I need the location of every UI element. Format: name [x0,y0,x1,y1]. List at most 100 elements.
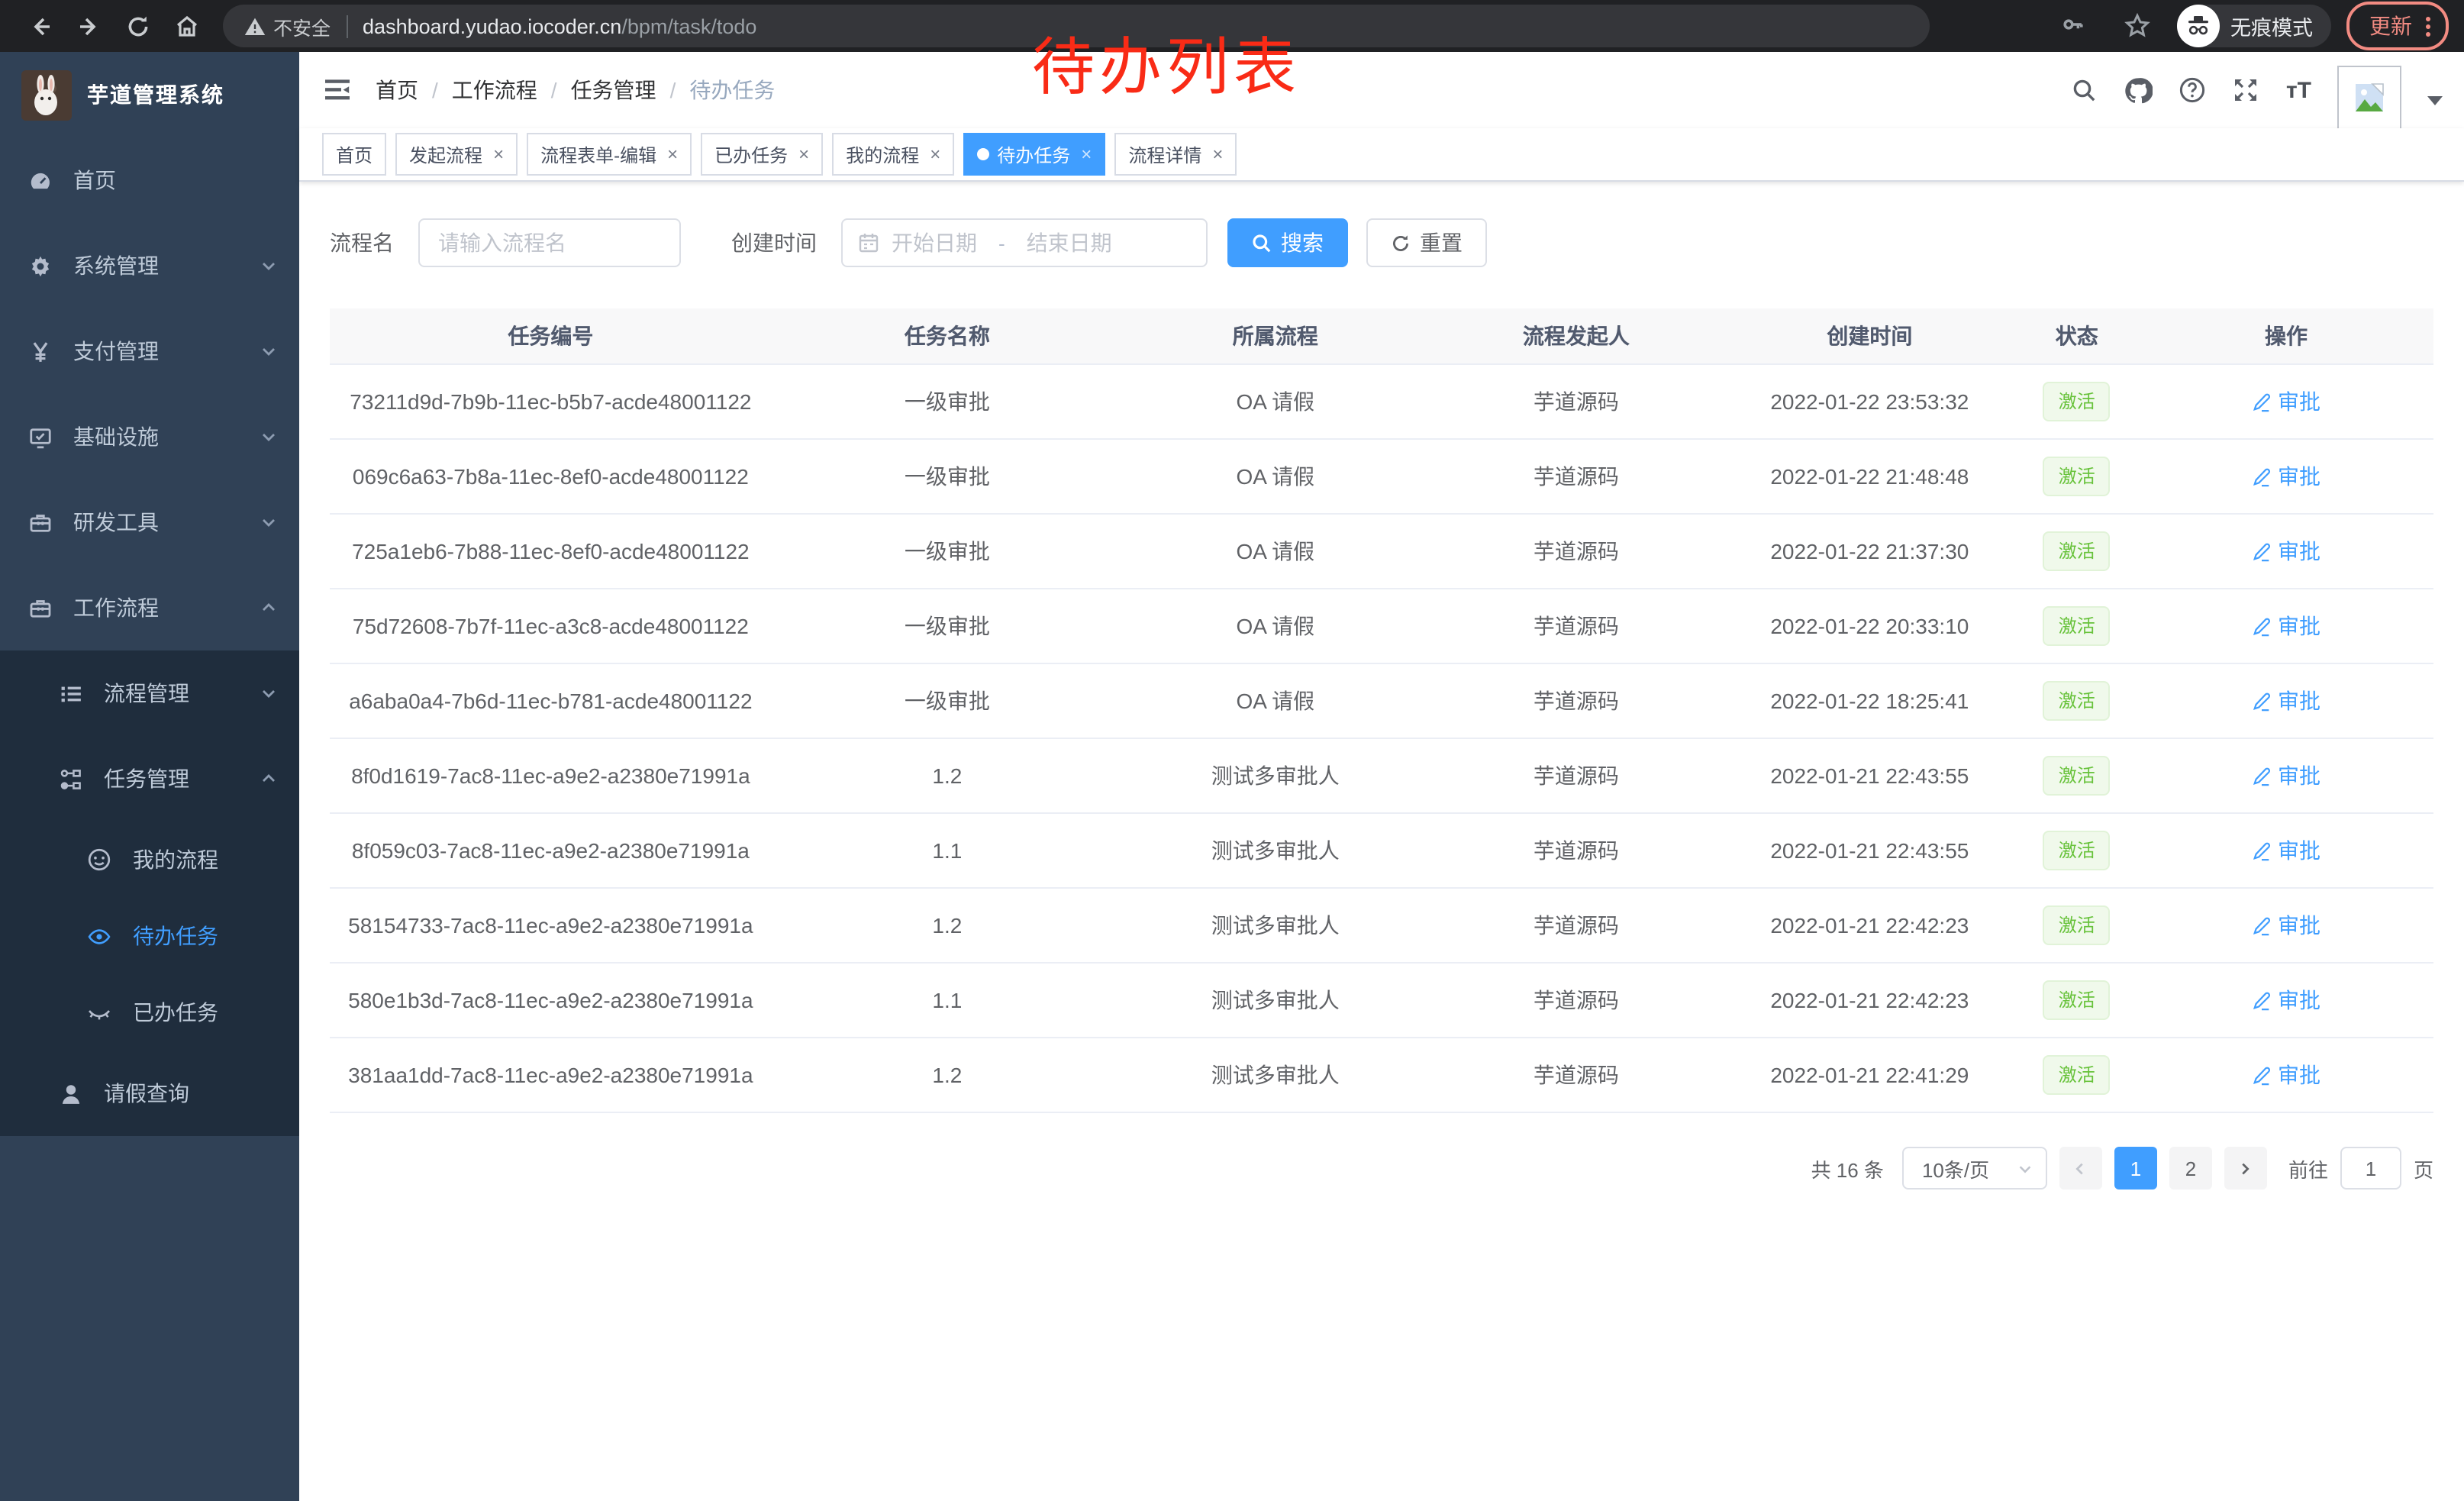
sidebar-item-infrastructure[interactable]: 基础设施 [0,394,299,479]
url-text[interactable]: dashboard.yudao.iocoder.cn/bpm/task/todo [363,15,756,37]
pagination-total: 共 16 条 [1811,1154,1884,1183]
status-badge: 激活 [2043,531,2111,571]
cell-status: 激活 [2015,1055,2140,1095]
reload-icon[interactable] [118,6,157,46]
github-icon[interactable] [2124,76,2153,105]
back-icon[interactable] [20,6,60,46]
sidebar-item-todo-task[interactable]: 待办任务 [0,898,299,974]
table-header-row: 任务编号任务名称所属流程流程发起人创建时间状态操作 [330,308,2433,365]
reset-button[interactable]: 重置 [1366,218,1487,267]
sidebar-item-dev-tools[interactable]: 研发工具 [0,479,299,565]
cell-status: 激活 [2015,681,2140,721]
cell-status: 激活 [2015,531,2140,571]
approve-label: 审批 [2278,461,2320,492]
approve-label: 审批 [2278,760,2320,791]
page-button-2[interactable]: 2 [2169,1147,2212,1190]
home-icon[interactable] [166,6,206,46]
cell-starter: 芋道源码 [1428,386,1725,417]
sidebar-item-leave-query[interactable]: 请假查询 [0,1051,299,1136]
sidebar-item-label: 流程管理 [104,678,189,709]
tab-start-process[interactable]: 发起流程× [395,133,518,176]
sidebar-item-system[interactable]: 系统管理 [0,223,299,308]
approve-link[interactable]: 审批 [2252,1060,2320,1090]
date-range-picker[interactable]: 开始日期 - 结束日期 [841,218,1208,267]
process-name-input[interactable]: 请输入流程名 [418,218,681,267]
cell-created: 2022-01-21 22:41:29 [1724,1063,2014,1087]
address-bar[interactable]: 不安全 dashboard.yudao.iocoder.cn/bpm/task/… [223,5,1930,47]
fullscreen-icon[interactable] [2233,76,2260,104]
approve-link[interactable]: 审批 [2252,910,2320,941]
browser-update-button[interactable]: 更新 [2346,2,2449,50]
sidebar-item-label: 基础设施 [73,421,159,452]
close-icon[interactable]: × [798,145,809,163]
status-badge: 激活 [2043,756,2111,796]
approve-label: 审批 [2278,985,2320,1015]
sidebar-item-label: 请假查询 [104,1078,189,1109]
close-icon[interactable]: × [667,145,678,163]
approve-link[interactable]: 审批 [2252,985,2320,1015]
sidebar-item-label: 工作流程 [73,592,159,623]
cell-action: 审批 [2139,461,2433,492]
url-host: dashboard.yudao.iocoder.cn [363,15,621,37]
tab-done-task[interactable]: 已办任务× [701,133,823,176]
column-header: 操作 [2139,321,2433,351]
approve-link[interactable]: 审批 [2252,386,2320,417]
cell-created: 2022-01-22 21:48:48 [1724,464,2014,489]
tab-home[interactable]: 首页 [322,133,386,176]
security-warning[interactable]: 不安全 [244,11,331,40]
cell-process: OA 请假 [1123,536,1428,567]
password-key-icon[interactable] [2053,6,2093,46]
close-icon[interactable]: × [1212,145,1223,163]
approve-link[interactable]: 审批 [2252,461,2320,492]
sidebar-item-label: 支付管理 [73,336,159,366]
approve-link[interactable]: 审批 [2252,686,2320,716]
table-row: 8f0d1619-7ac8-11ec-a9e2-a2380e71991a1.2测… [330,739,2433,814]
breadcrumb-item[interactable]: 任务管理 [571,75,656,105]
face-icon [87,847,111,872]
sidebar-item-label: 首页 [73,165,116,195]
table-row: 73211d9d-7b9b-11ec-b5b7-acde48001122一级审批… [330,365,2433,440]
sidebar-item-done-task[interactable]: 已办任务 [0,974,299,1051]
close-icon[interactable]: × [493,145,504,163]
search-button[interactable]: 搜索 [1227,218,1348,267]
avatar[interactable] [2337,66,2401,130]
bookmark-star-icon[interactable] [2117,6,2157,46]
sidebar-item-my-process[interactable]: 我的流程 [0,822,299,898]
approve-link[interactable]: 审批 [2252,835,2320,866]
approve-link[interactable]: 审批 [2252,760,2320,791]
help-icon[interactable] [2179,76,2207,104]
cell-task-id: a6aba0a4-7b6d-11ec-b781-acde48001122 [330,689,772,713]
cell-status: 激活 [2015,831,2140,870]
font-size-icon[interactable]: тT [2286,77,2311,103]
prev-page-button[interactable] [2059,1147,2102,1190]
goto-page-input[interactable]: 1 [2340,1147,2401,1190]
page-size-select[interactable]: 10条/页 [1902,1147,2047,1190]
forward-icon[interactable] [69,6,108,46]
sidebar-collapse-icon[interactable] [324,78,351,102]
tab-process-form-edit[interactable]: 流程表单-编辑× [527,133,692,176]
next-page-button[interactable] [2224,1147,2267,1190]
page-unit-label: 页 [2414,1154,2433,1183]
sidebar-item-home[interactable]: 首页 [0,137,299,223]
close-icon[interactable]: × [930,145,940,163]
approve-link[interactable]: 审批 [2252,611,2320,641]
tab-process-detail[interactable]: 流程详情× [1114,133,1237,176]
active-dot [977,148,989,160]
user-dropdown-caret-icon[interactable] [2427,96,2443,105]
breadcrumb-item[interactable]: 首页 [376,75,418,105]
search-icon[interactable] [2072,77,2098,103]
tab-my-process[interactable]: 我的流程× [832,133,954,176]
tab-todo-task[interactable]: 待办任务× [963,133,1105,176]
sidebar-item-payment[interactable]: 支付管理 [0,308,299,394]
page-button-1[interactable]: 1 [2114,1147,2157,1190]
sidebar-logo-row[interactable]: 芋道管理系统 [0,52,299,137]
browser-menu-icon[interactable] [2426,16,2430,36]
sidebar-item-process-mgmt[interactable]: 流程管理 [0,650,299,736]
approve-link[interactable]: 审批 [2252,536,2320,567]
breadcrumb-item[interactable]: 工作流程 [452,75,537,105]
close-icon[interactable]: × [1081,145,1092,163]
sidebar-item-workflow[interactable]: 工作流程 [0,565,299,650]
sidebar-item-label: 已办任务 [133,997,218,1028]
breadcrumb-separator: / [432,78,438,102]
sidebar-item-task-mgmt[interactable]: 任务管理 [0,736,299,822]
